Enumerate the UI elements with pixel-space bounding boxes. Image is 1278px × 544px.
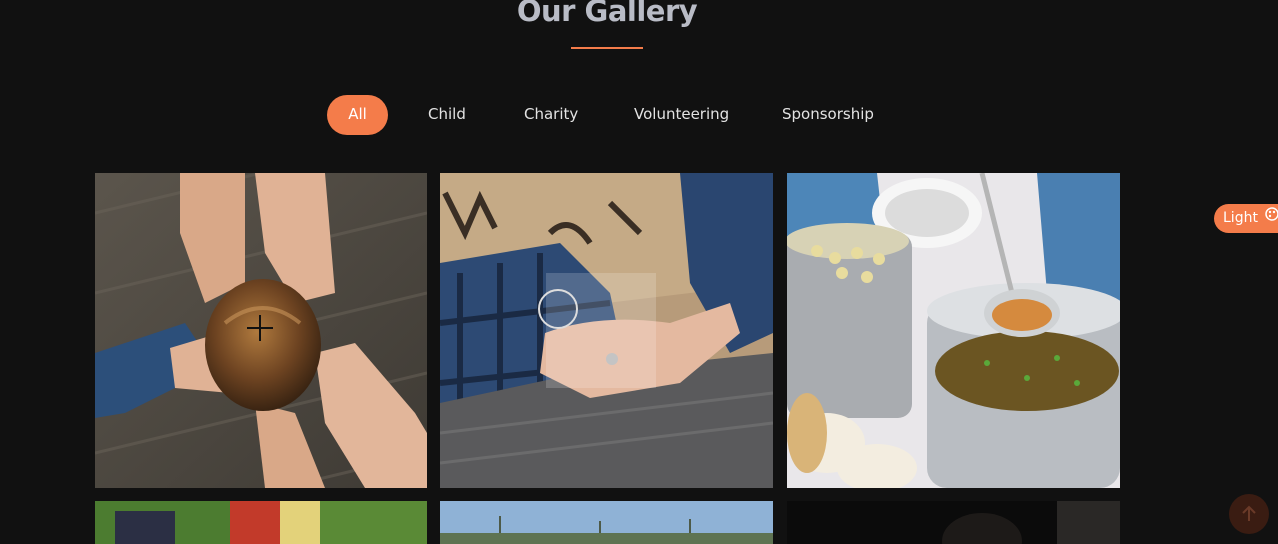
theme-toggle-button[interactable]: Light <box>1214 204 1278 233</box>
gallery-item-trees[interactable] <box>440 501 773 544</box>
filter-volunteering[interactable]: Volunteering <box>634 95 729 135</box>
child-portrait-photo <box>787 501 1120 544</box>
scroll-top-button[interactable] <box>1229 494 1269 534</box>
gallery-item-soup[interactable] <box>787 173 1120 488</box>
arrow-up-icon <box>1242 505 1256 521</box>
palette-icon <box>1265 203 1278 231</box>
soup-pots-photo <box>787 173 1120 488</box>
gallery-item-coins[interactable] <box>440 173 773 488</box>
gallery-item-bread[interactable] <box>95 173 427 488</box>
hands-sharing-bread-photo <box>95 173 427 488</box>
hands-holding-coins-photo <box>440 173 773 488</box>
title-underline <box>571 47 643 49</box>
page-title: Our Gallery <box>516 0 698 28</box>
filter-sponsorship[interactable]: Sponsorship <box>782 95 874 135</box>
gallery-item-gathering[interactable] <box>95 501 427 544</box>
outdoor-gathering-photo <box>95 501 427 544</box>
filter-all[interactable]: All <box>327 95 388 135</box>
filter-child[interactable]: Child <box>428 95 466 135</box>
gallery-item-child[interactable] <box>787 501 1120 544</box>
trees-sky-photo <box>440 501 773 544</box>
theme-toggle-label: Light <box>1223 210 1258 226</box>
filter-charity[interactable]: Charity <box>524 95 578 135</box>
